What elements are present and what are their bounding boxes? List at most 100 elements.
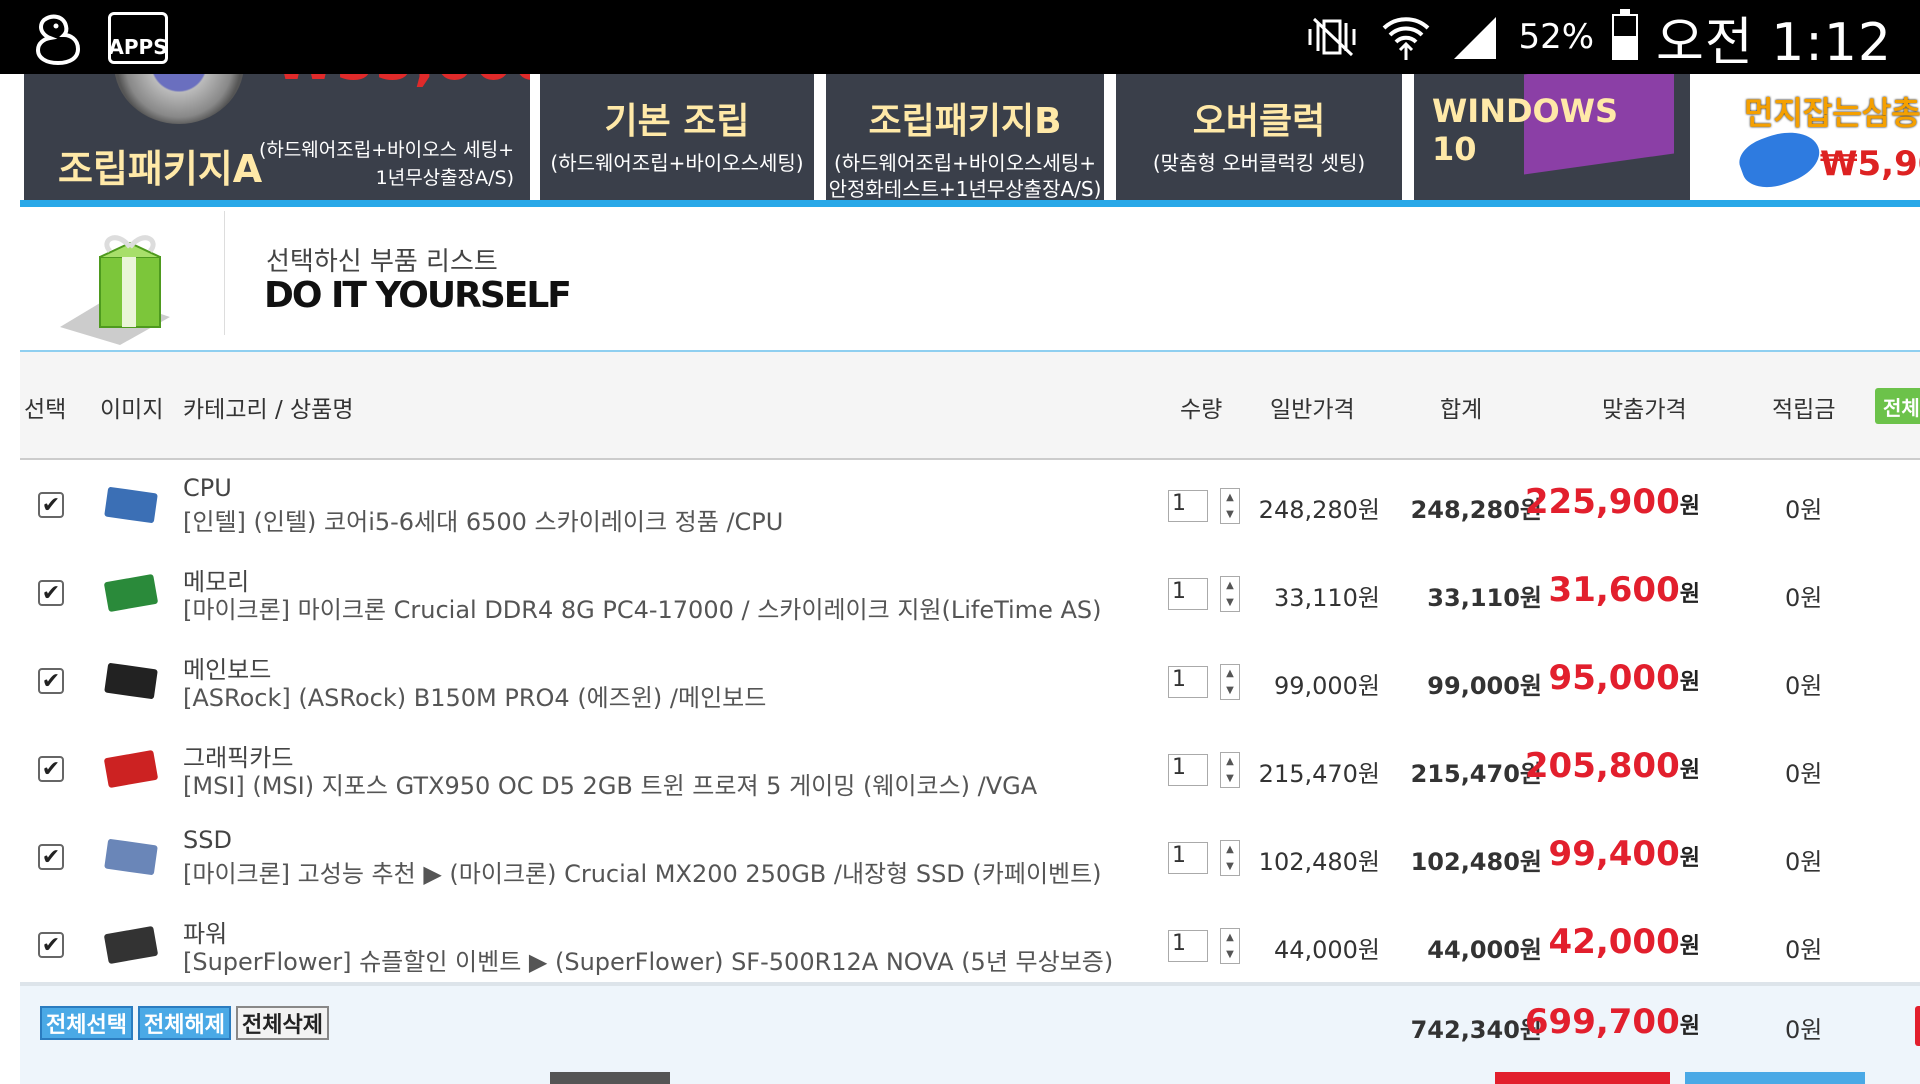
footer-strip-red[interactable] [1495, 1072, 1670, 1084]
graphics-card-thumbnail [104, 750, 158, 788]
row-checkbox[interactable]: ✔ [38, 932, 64, 958]
qty-up-icon[interactable]: ▲ [1226, 932, 1234, 943]
row-points: 0원 [1785, 496, 1823, 524]
banner-windows10[interactable]: WINDOWS 10 [1414, 74, 1692, 200]
qty-up-icon[interactable]: ▲ [1226, 580, 1234, 591]
banner-package-a-title: 조립패키지A [58, 147, 263, 191]
row-custom-price-value: 99,400 [1548, 834, 1680, 874]
footer-action-button[interactable]: 수 [1915, 1006, 1920, 1046]
footer-strip-blue[interactable] [1685, 1072, 1865, 1084]
qty-stepper[interactable]: ▲ ▼ [1220, 928, 1240, 964]
qty-stepper[interactable]: ▲ ▼ [1220, 752, 1240, 788]
row-checkbox[interactable]: ✔ [38, 668, 64, 694]
row-normal-price: 215,470원 [1258, 760, 1380, 788]
disc-image [114, 74, 244, 124]
header-qty: 수량 [1180, 397, 1223, 423]
qty-down-icon[interactable]: ▼ [1226, 685, 1234, 696]
qty-down-icon[interactable]: ▼ [1226, 861, 1234, 872]
banner-package-b[interactable]: 조립패키지B (하드웨어조립+바이오스세팅+ 안정화테스트+1년무상출장A/S) [826, 74, 1104, 200]
table-row: ✔ CPU [인텔] (인텔) 코어i5-6세대 6500 스카이레이크 정품 /C… [20, 460, 1920, 548]
banner-basic-assembly[interactable]: 기본 조립 (하드웨어조립+바이오스세팅) [540, 74, 814, 200]
banner-overclock[interactable]: 오버클럭 (맞춤형 오버클럭킹 셋팅) [1116, 74, 1402, 200]
row-category: CPU [183, 474, 232, 502]
qty-input[interactable]: 1 [1168, 490, 1208, 522]
row-points: 0원 [1785, 936, 1823, 964]
banner-dust-cleaner[interactable]: 먼지잡는삼총 ₩5,90 [1690, 74, 1920, 200]
qty-stepper[interactable]: ▲ ▼ [1220, 664, 1240, 700]
qty-up-icon[interactable]: ▲ [1226, 756, 1234, 767]
qty-up-icon[interactable]: ▲ [1226, 492, 1234, 503]
gift-box-icon [60, 235, 170, 345]
row-checkbox[interactable]: ✔ [38, 492, 64, 518]
banner-basic-desc: (하드웨어조립+바이오스세팅) [550, 151, 804, 175]
qty-input[interactable]: 1 [1168, 842, 1208, 874]
cpu-thumbnail [104, 487, 158, 523]
qty-stepper[interactable]: ▲ ▼ [1220, 488, 1240, 524]
row-checkbox[interactable]: ✔ [38, 580, 64, 606]
select-all-button[interactable]: 전체선택 [40, 1006, 133, 1040]
row-product-name[interactable]: [인텔] (인텔) 코어i5-6세대 6500 스카이레이크 정품 /CPU [183, 502, 783, 537]
qty-down-icon[interactable]: ▼ [1226, 597, 1234, 608]
table-header: 선택 이미지 카테고리 / 상품명 수량 일반가격 합계 맞춤가격 적립금 전체 [20, 352, 1920, 460]
parts-table: 선택 이미지 카테고리 / 상품명 수량 일반가격 합계 맞춤가격 적립금 전체… [20, 352, 1920, 988]
row-won-unit: 원 [1679, 758, 1700, 783]
battery-icon [1612, 9, 1639, 60]
row-product-name[interactable]: [SuperFlower] 슈플할인 이벤트 ▶ (SuperFlower) S… [183, 942, 1113, 977]
table-footer: 전체선택 전체해제 전체삭제 742,340원 699,700원 0원 수 [20, 982, 1920, 1084]
row-checkbox[interactable]: ✔ [38, 844, 64, 870]
power-thumbnail [104, 926, 158, 964]
clock: 오전 1:12 [1656, 12, 1892, 73]
header-total: 합계 [1440, 397, 1483, 423]
banner-overclock-desc: (맞춤형 오버클럭킹 셋팅) [1152, 151, 1366, 175]
row-custom-price-value: 42,000 [1548, 922, 1680, 962]
banner-package-a-desc: (하드웨어조립+바이오스 세팅+ 1년무상출장A/S) [254, 136, 514, 192]
qty-down-icon[interactable]: ▼ [1226, 773, 1234, 784]
row-custom-price: 99,400원 [1549, 834, 1700, 874]
table-body: ✔ CPU [인텔] (인텔) 코어i5-6세대 6500 스카이레이크 정품 /C… [20, 460, 1920, 988]
table-row: ✔ 그래픽카드 [MSI] (MSI) 지포스 GTX950 OC D5 2GB 트… [20, 724, 1920, 812]
banner-package-b-desc: (하드웨어조립+바이오스세팅+ 안정화테스트+1년무상출장A/S) [826, 150, 1104, 200]
row-checkbox[interactable]: ✔ [38, 756, 64, 782]
header-points: 적립금 [1772, 397, 1836, 423]
row-total: 102,480원 [1410, 848, 1542, 876]
row-product-name[interactable]: [ASRock] (ASRock) B150M PRO4 (에즈윈) /메인보드 [183, 678, 766, 713]
row-won-unit: 원 [1679, 670, 1700, 695]
qty-down-icon[interactable]: ▼ [1226, 949, 1234, 960]
row-custom-price-value: 205,800 [1524, 746, 1680, 786]
banner-windows-line2: 10 [1432, 130, 1477, 168]
all-button[interactable]: 전체 [1875, 388, 1920, 424]
qty-input[interactable]: 1 [1168, 930, 1208, 962]
row-product-name[interactable]: [마이크론] 고성능 추천 ▶ (마이크론) Crucial MX200 250… [183, 854, 1102, 889]
table-row: ✔ 파워 [SuperFlower] 슈플할인 이벤트 ▶ (SuperFlower… [20, 900, 1920, 988]
row-points: 0원 [1785, 584, 1823, 612]
qty-up-icon[interactable]: ▲ [1226, 668, 1234, 679]
diy-header: 선택하신 부품 리스트 DO IT YOURSELF [20, 207, 1920, 351]
qty-up-icon[interactable]: ▲ [1226, 844, 1234, 855]
row-total: 33,110원 [1427, 584, 1542, 612]
qty-stepper[interactable]: ▲ ▼ [1220, 840, 1240, 876]
row-product-name[interactable]: [마이크론] 마이크론 Crucial DDR4 8G PC4-17000 / … [183, 590, 1101, 625]
footer-total: 742,340원 [1410, 1016, 1542, 1044]
qty-input[interactable]: 1 [1168, 578, 1208, 610]
signal-icon [1454, 17, 1497, 59]
qty-input[interactable]: 1 [1168, 666, 1208, 698]
qty-input[interactable]: 1 [1168, 754, 1208, 786]
header-normal-price: 일반가격 [1270, 397, 1355, 423]
row-normal-price: 99,000원 [1273, 672, 1380, 700]
row-product-name[interactable]: [MSI] (MSI) 지포스 GTX950 OC D5 2GB 트윈 프로져 … [183, 766, 1037, 801]
diy-title: DO IT YOURSELF [264, 275, 572, 316]
deselect-all-button[interactable]: 전체해제 [138, 1006, 231, 1040]
banner-dust-title: 먼지잡는삼총 [1744, 94, 1920, 132]
row-total: 44,000원 [1427, 936, 1542, 964]
banner-package-a[interactable]: ₩55,000 조립패키지A (하드웨어조립+바이오스 세팅+ 1년무상출장A/… [24, 74, 530, 200]
qty-stepper[interactable]: ▲ ▼ [1220, 576, 1240, 612]
apps-icon: APPS [108, 12, 168, 64]
banner-package-b-title: 조립패키지B [868, 101, 1062, 142]
delete-all-button[interactable]: 전체삭제 [236, 1006, 329, 1040]
qty-down-icon[interactable]: ▼ [1226, 509, 1234, 520]
table-row: ✔ SSD [마이크론] 고성능 추천 ▶ (마이크론) Crucial MX200… [20, 812, 1920, 900]
banner-package-b-desc-line1: (하드웨어조립+바이오스세팅+ [833, 151, 1097, 175]
row-points: 0원 [1785, 760, 1823, 788]
row-custom-price: 205,800원 [1525, 746, 1700, 786]
status-bar: APPS 52% 오전 1:12 [0, 0, 1920, 74]
